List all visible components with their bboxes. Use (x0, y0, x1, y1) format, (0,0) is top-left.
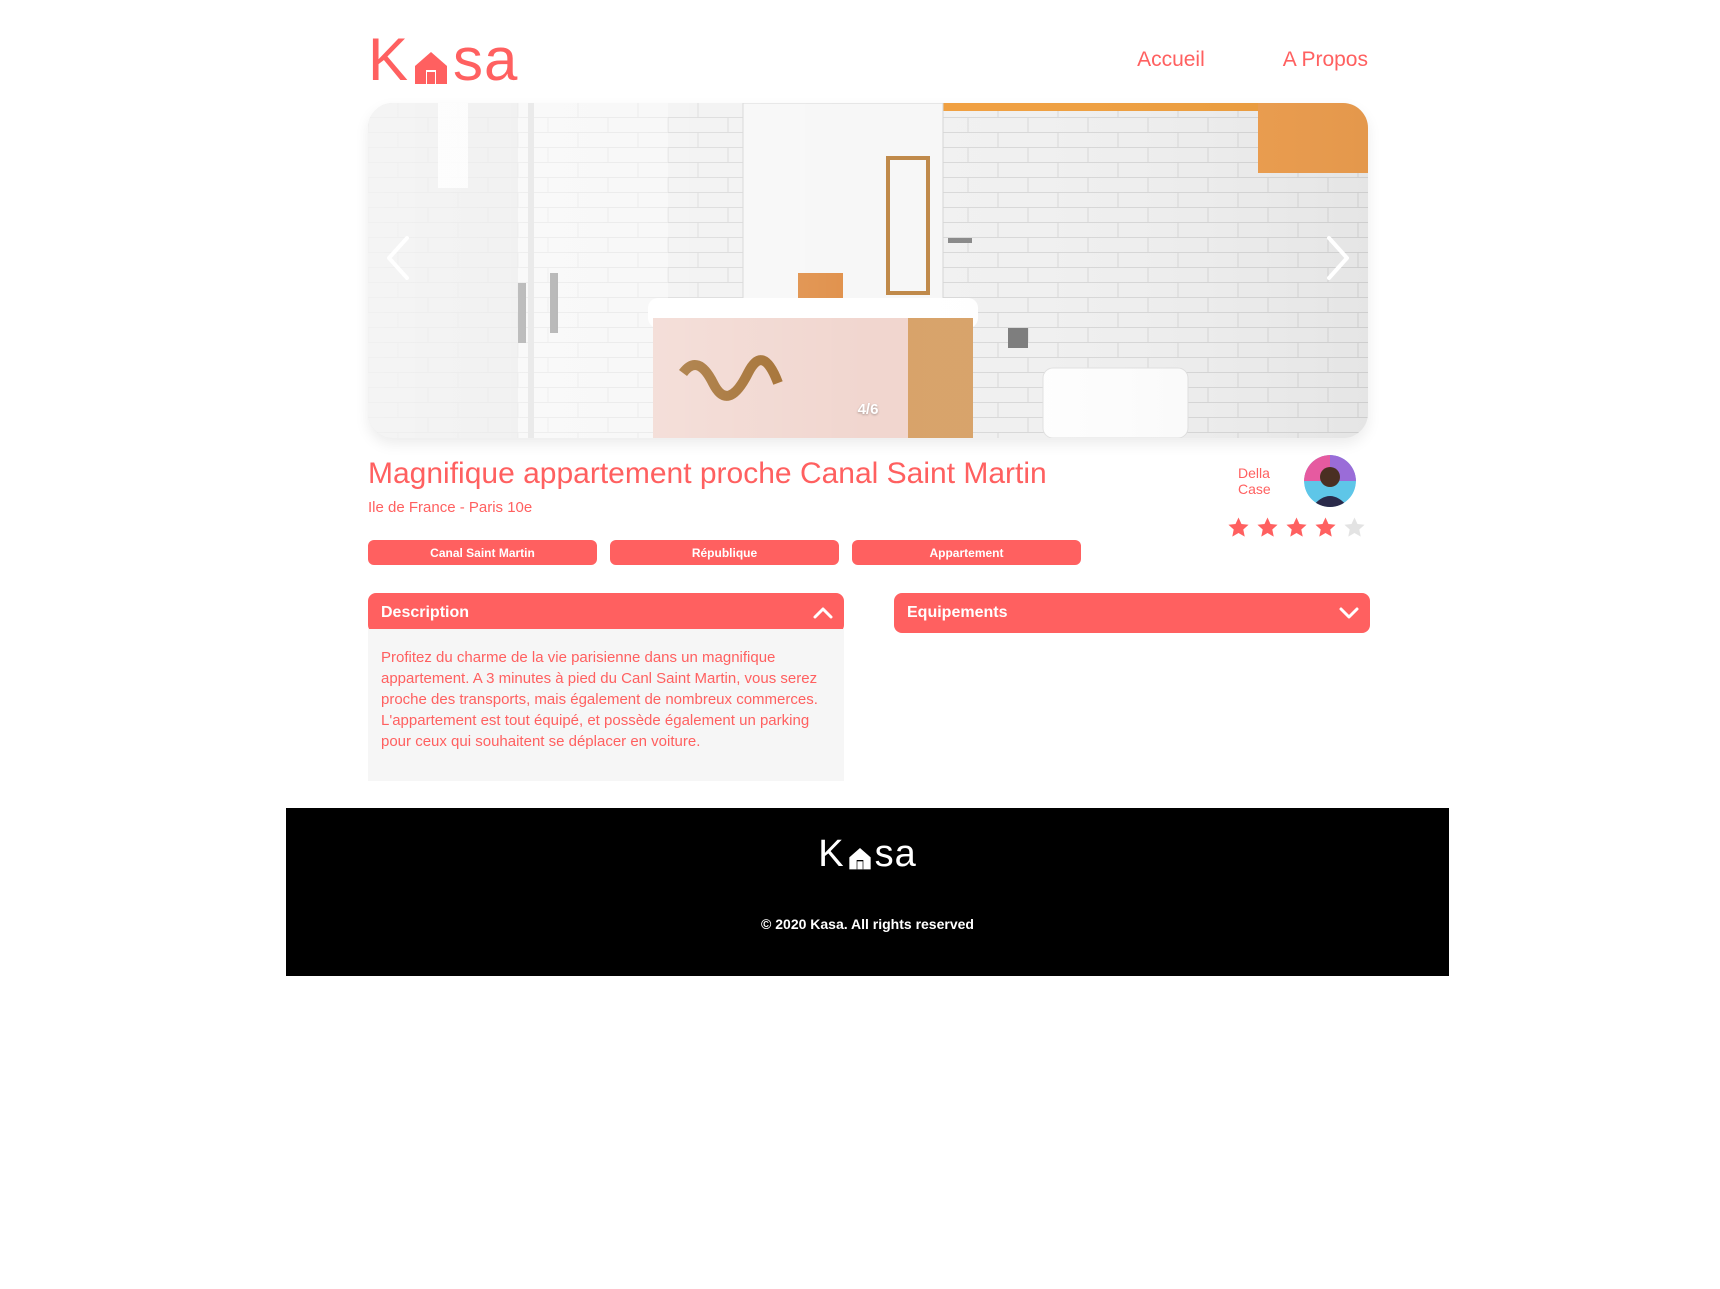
nav-link-accueil[interactable]: Accueil (1137, 48, 1205, 72)
chevron-down-icon (1339, 607, 1359, 619)
logo-letters-sa: sa (453, 26, 519, 93)
host-name: Della Case (1238, 465, 1288, 497)
equipments-title: Equipements (907, 604, 1008, 621)
description-collapse: Description Profitez du charme de la vie… (368, 593, 844, 781)
chevron-left-icon (387, 236, 409, 280)
footer: K sa © 2020 Kasa. All rights reserved (286, 808, 1449, 976)
equipments-toggle[interactable]: Equipements (894, 593, 1370, 633)
tag-list: Canal Saint Martin République Appartemen… (368, 540, 1081, 565)
footer-logo-letter-k: K (818, 833, 845, 875)
avatar (1304, 455, 1356, 507)
header: K sa Accueil A Propos (368, 30, 1368, 90)
main-nav: Accueil A Propos (1137, 48, 1368, 72)
kasa-logo[interactable]: K sa (368, 26, 519, 93)
star-filled-icon (1286, 517, 1307, 537)
copyright-text: © 2020 Kasa. All rights reserved (761, 916, 974, 932)
house-icon (848, 845, 872, 871)
description-text: Profitez du charme de la vie parisienne … (368, 629, 844, 781)
carousel-prev-button[interactable] (374, 218, 422, 298)
equipments-collapse: Equipements (894, 593, 1370, 633)
carousel-next-button[interactable] (1314, 218, 1362, 298)
description-toggle[interactable]: Description (368, 593, 844, 633)
tag: Appartement (852, 540, 1081, 565)
nav-link-a-propos[interactable]: A Propos (1283, 48, 1368, 72)
tag: République (610, 540, 839, 565)
listing-title: Magnifique appartement proche Canal Sain… (368, 457, 1047, 490)
tag: Canal Saint Martin (368, 540, 597, 565)
description-title: Description (381, 604, 470, 621)
footer-logo-letters-sa: sa (874, 833, 917, 875)
listing-info: Magnifique appartement proche Canal Sain… (368, 455, 1368, 575)
image-carousel: 4/6 (368, 103, 1368, 438)
star-filled-icon (1228, 517, 1249, 537)
host-first-name: Della (1238, 465, 1270, 481)
logo-letter-k: K (368, 26, 410, 93)
carousel-photo (368, 103, 1368, 438)
footer-logo: K sa (286, 833, 1449, 875)
host-info: Della Case (1238, 455, 1356, 507)
listing-location: Ile de France - Paris 10e (368, 499, 533, 516)
star-filled-icon (1257, 517, 1278, 537)
house-icon (413, 48, 449, 86)
star-empty-icon (1344, 517, 1365, 537)
carousel-counter: 4/6 (857, 401, 879, 418)
star-filled-icon (1315, 517, 1336, 537)
host-last-name: Case (1238, 481, 1271, 497)
rating-stars (1227, 516, 1366, 539)
chevron-right-icon (1327, 236, 1349, 280)
chevron-up-icon (813, 607, 833, 619)
